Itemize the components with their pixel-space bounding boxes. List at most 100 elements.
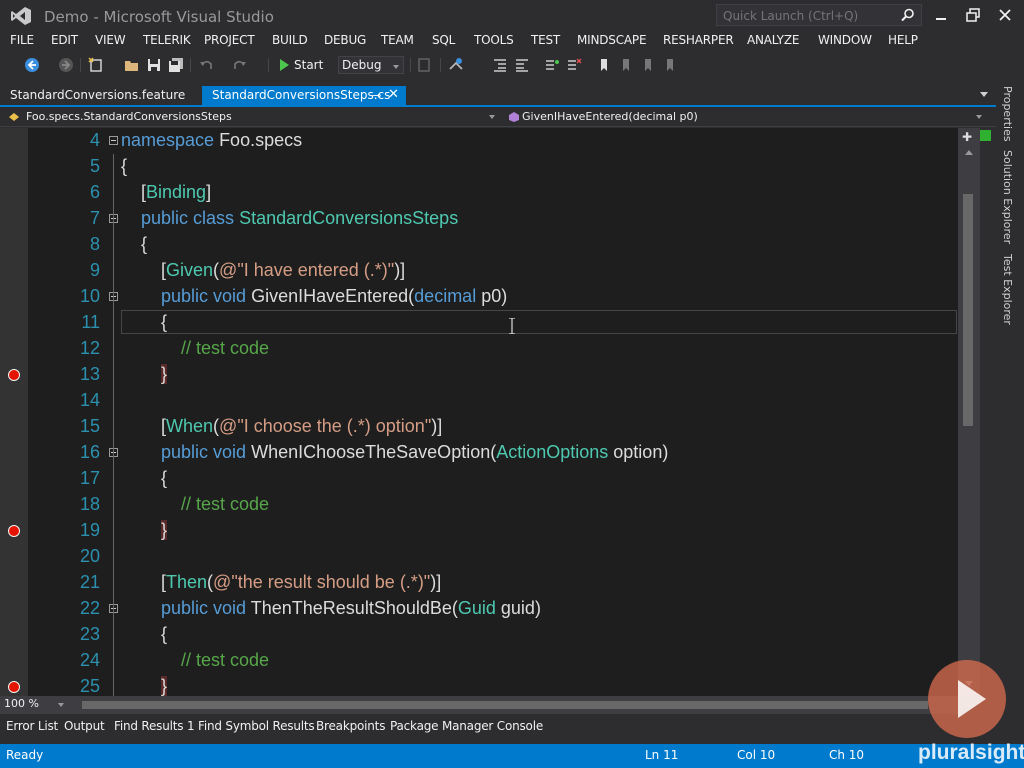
tab-standard-conversions-feature[interactable]: StandardConversions.feature — [0, 86, 196, 106]
code-line[interactable]: 8 { — [0, 232, 958, 258]
code-line[interactable]: 23 { — [0, 622, 958, 648]
code-line[interactable]: 18 // test code — [0, 492, 958, 518]
type-dropdown[interactable]: Foo.specs.StandardConversionsSteps — [4, 108, 500, 126]
split-window-icon[interactable]: ✚ — [962, 130, 972, 144]
side-tab-properties[interactable]: Properties — [1001, 86, 1014, 142]
code-line[interactable]: 15 [When(@"I choose the (.*) option")] — [0, 414, 958, 440]
start-debugging-button[interactable]: Start — [276, 56, 336, 74]
code-line[interactable]: 25 } — [0, 674, 958, 696]
code-line[interactable]: 11 { — [0, 310, 958, 336]
code-line[interactable]: 5{ — [0, 154, 958, 180]
menu-sql[interactable]: SQL — [432, 33, 455, 47]
close-icon[interactable] — [992, 4, 1018, 26]
tab-output[interactable]: Output — [64, 719, 105, 733]
menu-view[interactable]: VIEW — [95, 33, 126, 47]
close-tab-icon[interactable]: ✕ — [388, 87, 399, 102]
tab-error-list[interactable]: Error List — [6, 719, 58, 733]
code-line[interactable]: 24 // test code — [0, 648, 958, 674]
save-all-icon[interactable] — [168, 57, 184, 73]
code-line[interactable]: 19 } — [0, 518, 958, 544]
zoom-select[interactable]: 100 % — [4, 697, 66, 713]
tab-breakpoints[interactable]: Breakpoints — [316, 719, 385, 733]
minimize-icon[interactable] — [928, 4, 954, 26]
code-line[interactable]: 7 public class StandardConversionsSteps — [0, 206, 958, 232]
menu-build[interactable]: BUILD — [272, 33, 308, 47]
status-text: Ready — [6, 748, 44, 762]
save-icon[interactable] — [146, 57, 162, 73]
code-line[interactable]: 13 } — [0, 362, 958, 388]
menu-analyze[interactable]: ANALYZE — [747, 33, 799, 47]
tab-standard-conversions-steps[interactable]: StandardConversionsSteps.cs ⊸ ✕ — [202, 86, 406, 106]
menu-debug[interactable]: DEBUG — [324, 33, 366, 47]
code-editor[interactable]: 4 namespace Foo.specs 5{6 [Binding] 7 publi… — [0, 128, 958, 696]
redo-icon[interactable] — [232, 57, 248, 73]
vertical-scrollbar[interactable] — [958, 128, 980, 696]
side-tab-solution-explorer[interactable]: Solution Explorer — [1001, 150, 1014, 244]
scroll-up-icon[interactable] — [965, 150, 973, 155]
code-text: // test code — [181, 338, 270, 358]
window-title: Demo - Microsoft Visual Studio — [44, 8, 274, 26]
menu-test[interactable]: TEST — [531, 33, 560, 47]
horizontal-scroll-thumb[interactable] — [82, 701, 928, 709]
code-line[interactable]: 9 [Given(@"I have entered (.*)")] — [0, 258, 958, 284]
menu-help[interactable]: HELP — [888, 33, 918, 47]
attach-process-icon[interactable] — [448, 57, 464, 73]
menu-team[interactable]: TEAM — [381, 33, 414, 47]
breakpoint-icon[interactable] — [8, 369, 20, 381]
code-line[interactable]: 17 { — [0, 466, 958, 492]
menu-edit[interactable]: EDIT — [51, 33, 78, 47]
solution-configuration-select[interactable]: Debug — [338, 56, 404, 74]
line-number: 25 — [79, 676, 100, 696]
menu-tools[interactable]: TOOLS — [474, 33, 514, 47]
outdent-icon[interactable] — [492, 57, 508, 73]
menu-file[interactable]: FILE — [10, 33, 34, 47]
search-icon[interactable] — [901, 8, 915, 22]
chevron-down-icon — [393, 65, 399, 69]
code-line[interactable]: 4 namespace Foo.specs — [0, 128, 958, 154]
line-number: 4 — [89, 130, 100, 150]
pin-icon[interactable]: ⊸ — [372, 89, 381, 102]
code-line[interactable]: 6 [Binding] — [0, 180, 958, 206]
menu-resharper[interactable]: RESHARPER — [663, 33, 734, 47]
code-line[interactable]: 12 // test code — [0, 336, 958, 362]
tab-find-symbol-results[interactable]: Find Symbol Results — [198, 719, 315, 733]
navigate-back-icon[interactable] — [24, 57, 40, 73]
tab-find-results[interactable]: Find Results 1 — [114, 719, 195, 733]
class-icon — [9, 113, 19, 121]
tab-overflow-icon[interactable] — [980, 92, 988, 97]
find-in-files-icon[interactable] — [416, 57, 432, 73]
quick-launch-box[interactable] — [716, 4, 922, 26]
code-line[interactable]: 10 public void GivenIHaveEntered(decimal… — [0, 284, 958, 310]
quick-launch-input[interactable] — [717, 6, 897, 26]
code-line[interactable]: 22 public void ThenTheResultShouldBe(Gui… — [0, 596, 958, 622]
vertical-scroll-thumb[interactable] — [963, 194, 973, 426]
member-dropdown[interactable]: GivenIHaveEntered(decimal p0) — [506, 108, 986, 126]
line-number: 24 — [79, 650, 100, 670]
code-line[interactable]: 21 [Then(@"the result should be (.*)")] — [0, 570, 958, 596]
breakpoint-icon[interactable] — [8, 681, 20, 693]
collapse-outline-icon[interactable] — [109, 136, 118, 145]
breakpoint-icon[interactable] — [8, 525, 20, 537]
clear-bookmarks-icon[interactable] — [662, 57, 678, 73]
bookmark-icon[interactable] — [596, 57, 612, 73]
code-line[interactable]: 16 public void WhenIChooseTheSaveOption(… — [0, 440, 958, 466]
visual-studio-logo-icon — [11, 7, 31, 25]
previous-bookmark-icon[interactable] — [618, 57, 634, 73]
menu-project[interactable]: PROJECT — [204, 33, 255, 47]
indent-icon[interactable] — [514, 57, 530, 73]
menu-telerik[interactable]: TELERIK — [143, 33, 191, 47]
uncomment-lines-icon[interactable] — [566, 57, 582, 73]
navigate-forward-icon[interactable] — [58, 57, 74, 73]
code-line[interactable]: 20 — [0, 544, 958, 570]
open-file-icon[interactable] — [124, 57, 140, 73]
menu-mindscape[interactable]: MINDSCAPE — [577, 33, 647, 47]
next-bookmark-icon[interactable] — [640, 57, 656, 73]
side-tab-test-explorer[interactable]: Test Explorer — [1001, 254, 1014, 325]
menu-window[interactable]: WINDOW — [818, 33, 872, 47]
tab-package-manager-console[interactable]: Package Manager Console — [390, 719, 543, 733]
undo-icon[interactable] — [198, 57, 214, 73]
comment-lines-icon[interactable] — [544, 57, 560, 73]
code-line[interactable]: 14 — [0, 388, 958, 414]
new-project-icon[interactable] — [88, 57, 104, 73]
restore-icon[interactable] — [960, 4, 986, 26]
